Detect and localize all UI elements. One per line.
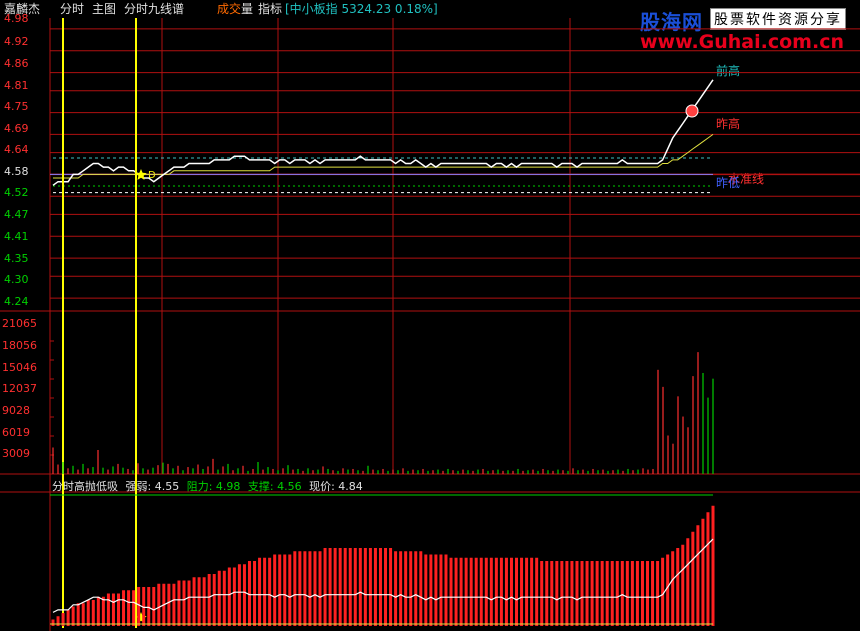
price-line: [52, 79, 714, 186]
red-ball-marker: [685, 104, 699, 118]
intraday-chart[interactable]: [0, 0, 860, 631]
indicator-price-line: [52, 538, 714, 613]
average-price-line: [53, 133, 714, 179]
